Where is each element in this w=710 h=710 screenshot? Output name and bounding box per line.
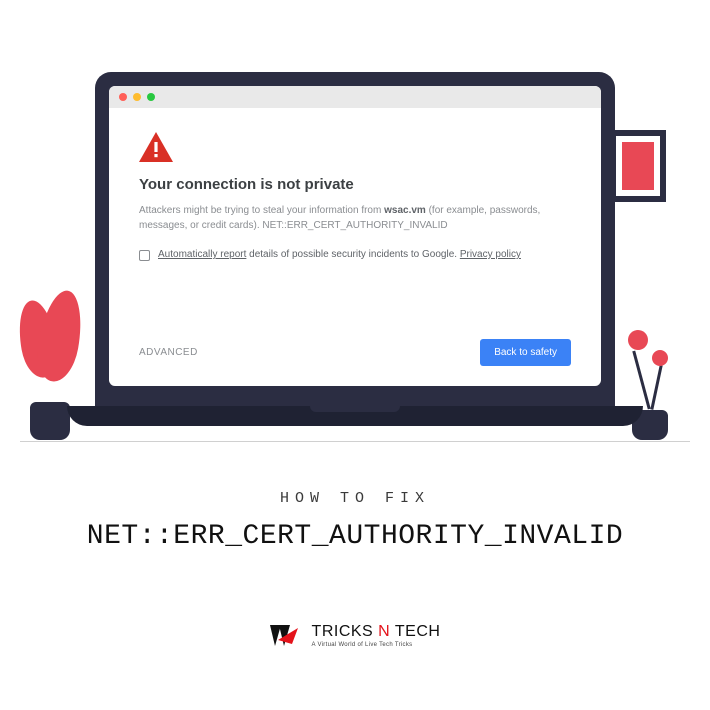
brand-tagline: A Virtual World of Live Tech Tricks [312, 642, 441, 648]
browser-window: Your connection is not private Attackers… [109, 86, 601, 386]
error-heading: Your connection is not private [139, 176, 571, 193]
frame-inner [622, 142, 654, 190]
back-to-safety-button[interactable]: Back to safety [480, 339, 571, 366]
desc-text-before: Attackers might be trying to steal your … [139, 205, 384, 216]
illustration-canvas: Your connection is not private Attackers… [0, 0, 710, 710]
brand-tech: TECH [390, 623, 440, 640]
report-rest: details of possible security incidents t… [246, 249, 459, 260]
plant-stem [632, 351, 650, 410]
main-title: NET::ERR_CERT_AUTHORITY_INVALID [0, 521, 710, 552]
report-text: Automatically report details of possible… [158, 249, 521, 260]
desc-domain: wsac.vm [384, 205, 426, 216]
window-close-icon[interactable] [119, 93, 127, 101]
advanced-button[interactable]: ADVANCED [139, 347, 198, 358]
error-actions: ADVANCED Back to safety [139, 339, 571, 366]
brand-logo-icon [270, 622, 304, 650]
plant-bloom [652, 350, 668, 366]
decorative-picture-frame [610, 130, 666, 202]
browser-content: Your connection is not private Attackers… [109, 108, 601, 386]
footer-brand: TRICKS N TECH A Virtual World of Live Te… [0, 622, 710, 650]
report-link[interactable]: Automatically report [158, 249, 246, 260]
report-checkbox[interactable] [139, 250, 150, 261]
title-block: HOW TO FIX NET::ERR_CERT_AUTHORITY_INVAL… [0, 490, 710, 552]
brand-name: TRICKS N TECH [312, 624, 441, 640]
overline-text: HOW TO FIX [0, 490, 710, 507]
brand-text: TRICKS N TECH A Virtual World of Live Te… [312, 624, 441, 648]
desc-error-code: NET::ERR_CERT_AUTHORITY_INVALID [262, 220, 447, 231]
privacy-policy-link[interactable]: Privacy policy [460, 249, 521, 260]
laptop-base [67, 406, 643, 426]
ground-line [20, 441, 690, 442]
plant-bloom [628, 330, 648, 350]
laptop-bezel: Your connection is not private Attackers… [95, 72, 615, 406]
plant-pot [30, 402, 70, 440]
brand-tricks: TRICKS [312, 623, 379, 640]
window-minimize-icon[interactable] [133, 93, 141, 101]
warning-triangle-icon [139, 132, 571, 162]
plant-stem [650, 365, 662, 410]
error-description: Attackers might be trying to steal your … [139, 203, 571, 233]
brand-n: N [378, 623, 390, 640]
laptop-illustration: Your connection is not private Attackers… [95, 72, 615, 426]
browser-titlebar [109, 86, 601, 108]
report-row: Automatically report details of possible… [139, 249, 571, 261]
window-maximize-icon[interactable] [147, 93, 155, 101]
plant-leaf [32, 287, 87, 385]
